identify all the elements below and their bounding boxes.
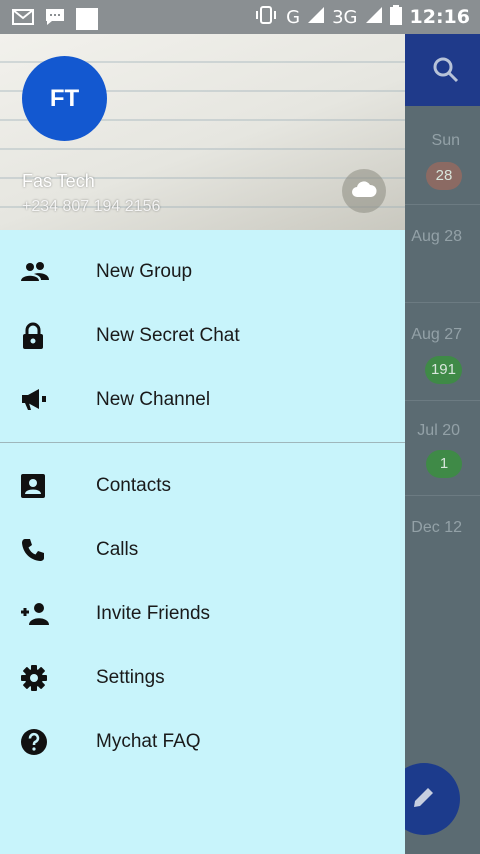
drawer-header: FT Fas Tech +234 807 194 2156 bbox=[0, 34, 405, 230]
menu-item-new-group[interactable]: New Group bbox=[0, 240, 405, 304]
help-icon bbox=[0, 728, 96, 756]
menu-divider bbox=[0, 442, 405, 443]
unread-badge: 28 bbox=[426, 162, 462, 190]
chat-date: Jul 20 bbox=[417, 422, 460, 439]
chat-row[interactable]: Sun 28 bbox=[405, 106, 480, 205]
chat-row[interactable]: Dec 12 bbox=[405, 495, 480, 593]
chat-row[interactable]: Jul 20 1 bbox=[405, 400, 480, 496]
unread-badge: 191 bbox=[424, 356, 462, 384]
phone-icon bbox=[0, 537, 96, 563]
background-chat-list: Sun 28 Aug 28 Aug 27 191 Jul 20 1 Dec 12 bbox=[405, 106, 480, 854]
network2-label: 3G bbox=[332, 6, 358, 28]
menu-item-label: New Channel bbox=[96, 389, 211, 410]
sms-icon bbox=[44, 8, 66, 26]
chat-date: Aug 27 bbox=[411, 326, 462, 343]
chat-row[interactable]: Aug 28 bbox=[405, 204, 480, 303]
menu-item-calls[interactable]: Calls bbox=[0, 518, 405, 582]
lock-icon bbox=[0, 322, 96, 350]
menu-item-label: Invite Friends bbox=[96, 603, 211, 624]
contacts-icon bbox=[0, 473, 96, 499]
menu-item-new-channel[interactable]: New Channel bbox=[0, 368, 405, 432]
menu-item-label: Calls bbox=[96, 539, 139, 560]
menu-item-label: New Secret Chat bbox=[96, 325, 240, 346]
clock: 12:16 bbox=[409, 6, 470, 28]
notification-icon bbox=[76, 8, 98, 30]
signal2-icon bbox=[365, 6, 382, 28]
add-person-icon bbox=[0, 602, 96, 626]
cloud-icon bbox=[351, 180, 377, 203]
status-bar: G 3G 12:16 bbox=[0, 0, 480, 34]
menu-item-label: New Group bbox=[96, 261, 193, 282]
group-icon bbox=[0, 261, 96, 283]
navigation-drawer: FT Fas Tech +234 807 194 2156 New Group … bbox=[0, 34, 405, 854]
menu-group-main: Contacts Calls Invite Friends Settings M… bbox=[0, 454, 405, 774]
gear-icon bbox=[0, 664, 96, 692]
signal-icon bbox=[308, 6, 325, 28]
chat-date: Aug 28 bbox=[411, 228, 462, 245]
saved-messages-button[interactable] bbox=[342, 169, 386, 213]
gmail-icon bbox=[12, 8, 34, 26]
menu-group-create: New Group New Secret Chat New Channel bbox=[0, 240, 405, 432]
network-label: G bbox=[286, 6, 301, 28]
megaphone-icon bbox=[0, 388, 96, 412]
chat-row[interactable]: Aug 27 191 bbox=[405, 302, 480, 401]
menu-item-settings[interactable]: Settings bbox=[0, 646, 405, 710]
unread-badge: 1 bbox=[426, 450, 462, 478]
search-icon[interactable] bbox=[432, 56, 460, 89]
avatar[interactable]: FT bbox=[22, 56, 107, 141]
chat-date: Dec 12 bbox=[411, 519, 462, 536]
menu-item-invite-friends[interactable]: Invite Friends bbox=[0, 582, 405, 646]
menu-item-label: Mychat FAQ bbox=[96, 731, 201, 752]
chat-date: Sun bbox=[431, 132, 460, 149]
vibrate-icon bbox=[254, 5, 278, 29]
pencil-icon bbox=[410, 783, 438, 816]
menu-item-contacts[interactable]: Contacts bbox=[0, 454, 405, 518]
battery-icon bbox=[389, 4, 402, 30]
menu-item-label: Contacts bbox=[96, 475, 171, 496]
menu-item-new-secret-chat[interactable]: New Secret Chat bbox=[0, 304, 405, 368]
menu-item-label: Settings bbox=[96, 667, 165, 688]
user-phone: +234 807 194 2156 bbox=[22, 198, 161, 215]
menu-item-faq[interactable]: Mychat FAQ bbox=[0, 710, 405, 774]
user-name: Fas Tech bbox=[22, 171, 95, 191]
